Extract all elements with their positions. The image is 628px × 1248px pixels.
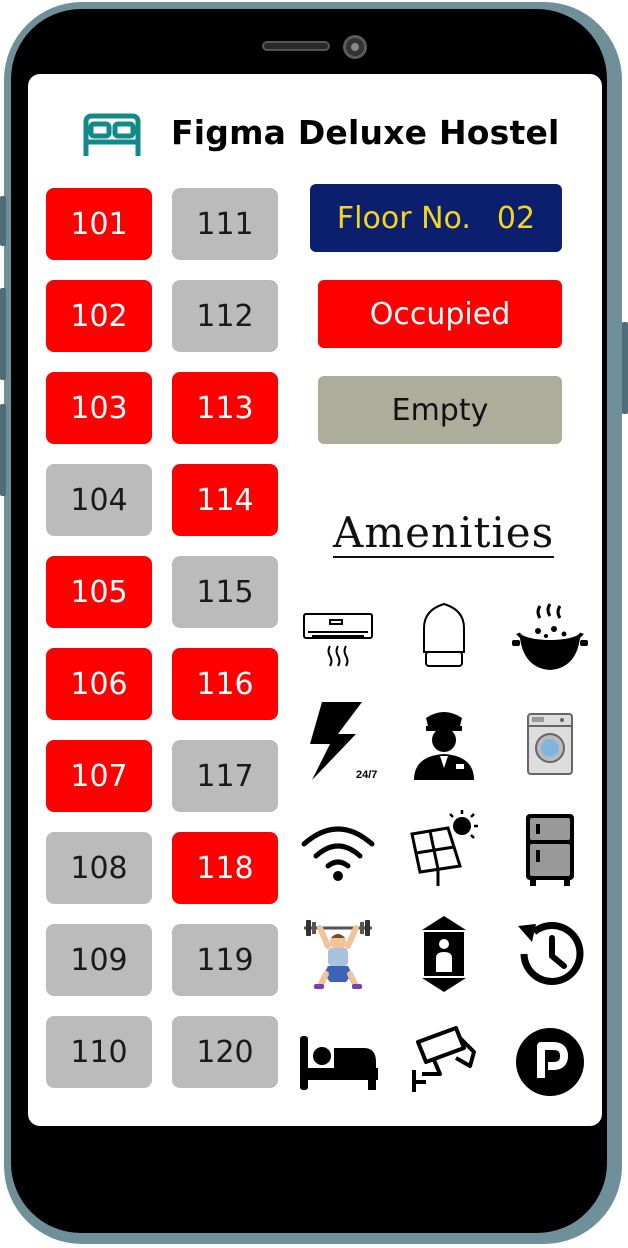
security-guard-icon — [404, 704, 484, 784]
wifi-icon — [298, 810, 378, 890]
room-101[interactable]: 101 — [46, 188, 152, 260]
room-107[interactable]: 107 — [46, 740, 152, 812]
floor-badge: Floor No. 02 — [310, 184, 562, 252]
side-button — [0, 288, 6, 380]
legend-occupied: Occupied — [318, 280, 562, 348]
hostel-title: Figma Deluxe Hostel — [171, 113, 560, 152]
room-104[interactable]: 104 — [46, 464, 152, 536]
room-109[interactable]: 109 — [46, 924, 152, 996]
room-113[interactable]: 113 — [172, 372, 278, 444]
room-117[interactable]: 117 — [172, 740, 278, 812]
side-button — [0, 404, 6, 496]
floor-label: Floor No. — [336, 200, 471, 236]
room-106[interactable]: 106 — [46, 648, 152, 720]
parking-icon — [510, 1022, 590, 1102]
gym-weightlifter-icon — [298, 912, 378, 992]
refrigerator-icon — [510, 808, 590, 888]
washing-machine-icon — [510, 704, 590, 784]
room-115[interactable]: 115 — [172, 556, 278, 628]
amenities-title: Amenities — [333, 508, 555, 558]
front-camera — [343, 35, 367, 59]
room-110[interactable]: 110 — [46, 1016, 152, 1088]
air-conditioner-icon — [298, 600, 378, 680]
room-119[interactable]: 119 — [172, 924, 278, 996]
room-120[interactable]: 120 — [172, 1016, 278, 1088]
power-24-7-icon: 24/7 — [300, 700, 380, 780]
room-118[interactable]: 118 — [172, 832, 278, 904]
side-button — [622, 322, 628, 414]
room-108[interactable]: 108 — [46, 832, 152, 904]
room-102[interactable]: 102 — [46, 280, 152, 352]
speaker-grille — [262, 41, 330, 51]
room-111[interactable]: 111 — [172, 188, 278, 260]
solar-panel-icon — [404, 808, 484, 888]
room-112[interactable]: 112 — [172, 280, 278, 352]
bed-icon — [80, 112, 144, 160]
iron-icon — [404, 600, 484, 680]
room-116[interactable]: 116 — [172, 648, 278, 720]
legend-empty: Empty — [318, 376, 562, 444]
24-hour-service-icon — [510, 914, 590, 994]
cctv-camera-icon — [404, 1022, 484, 1102]
food-pot-icon — [510, 598, 590, 678]
room-103[interactable]: 103 — [46, 372, 152, 444]
side-button — [0, 196, 6, 246]
room-105[interactable]: 105 — [46, 556, 152, 628]
bed-icon — [298, 1022, 378, 1102]
power-badge-label: 24/7 — [356, 769, 377, 780]
elevator-icon — [404, 914, 484, 994]
room-114[interactable]: 114 — [172, 464, 278, 536]
floor-number: 02 — [496, 200, 536, 236]
